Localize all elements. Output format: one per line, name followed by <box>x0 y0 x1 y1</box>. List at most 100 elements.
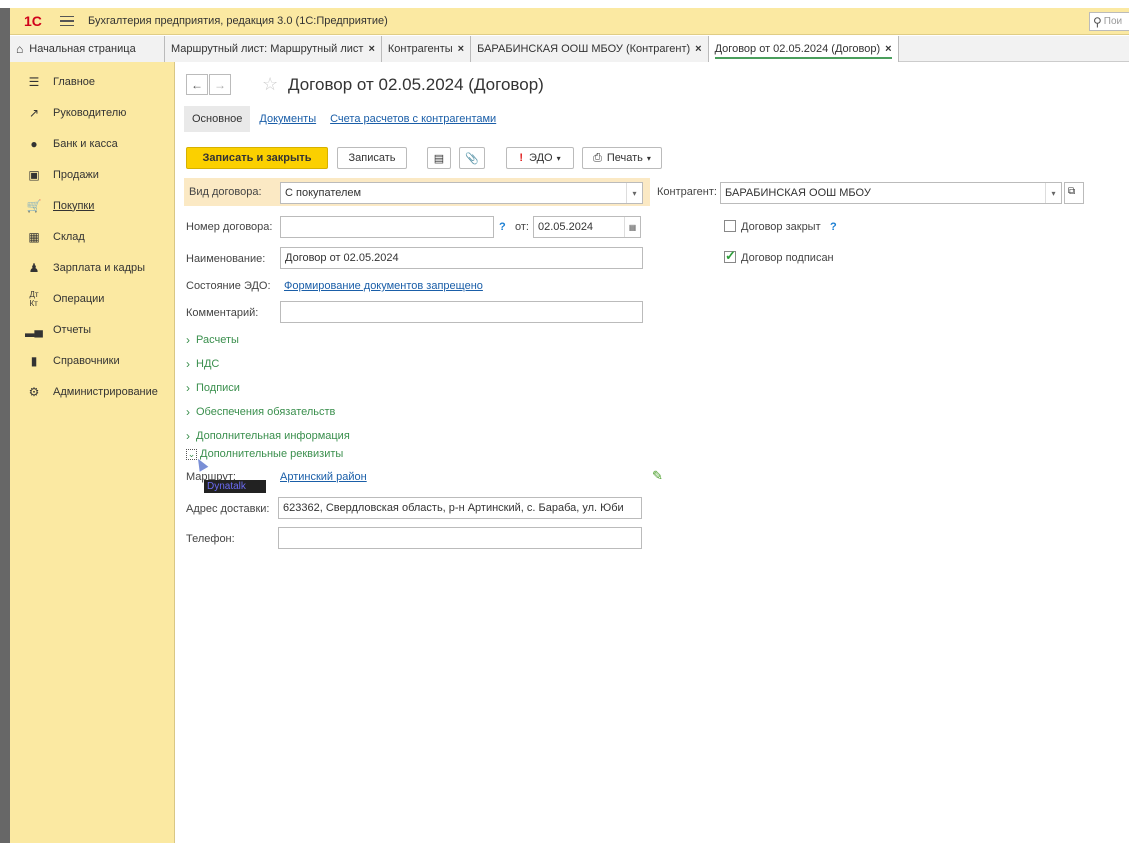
close-icon[interactable]: × <box>885 43 891 55</box>
contract-closed-checkbox[interactable] <box>724 220 736 232</box>
section-signatures[interactable]: › Подписи <box>186 381 240 395</box>
search-input[interactable]: ⚲ Пои <box>1089 12 1129 31</box>
forward-button[interactable]: → <box>209 74 231 95</box>
chevron-down-icon: ▾ <box>646 153 651 163</box>
sidebar-item-label: Покупки <box>53 199 95 212</box>
contract-signed-label: Договор подписан <box>741 252 834 264</box>
section-label: Дополнительные реквизиты <box>200 448 344 460</box>
counterparty-label: Контрагент: <box>657 186 717 198</box>
tab-counterparties[interactable]: Контрагенты × <box>381 36 472 62</box>
home-icon: ⌂ <box>16 42 24 56</box>
contract-closed-label: Договор закрыт <box>741 221 821 233</box>
form-subtabs: Основное Документы Счета расчетов с конт… <box>184 106 496 132</box>
sidebar-item-sales[interactable]: ▣ Продажи <box>10 159 174 190</box>
person-icon: ♟ <box>28 260 40 275</box>
back-button[interactable]: ← <box>186 74 208 95</box>
favorite-star-icon[interactable]: ☆ <box>262 74 278 95</box>
edo-state-label: Состояние ЭДО: <box>186 280 271 292</box>
pencil-icon[interactable]: ✎ <box>652 468 663 484</box>
chevron-down-icon: ▾ <box>556 153 561 163</box>
sidebar-item-main[interactable]: ☰ Главное <box>10 66 174 97</box>
section-vat[interactable]: › НДС <box>186 357 219 371</box>
section-additional-info[interactable]: › Дополнительная информация <box>186 429 350 443</box>
subtab-accounts[interactable]: Счета расчетов с контрагентами <box>330 113 496 125</box>
sidebar-item-operations[interactable]: Дт Кт Операции <box>10 283 174 314</box>
save-button[interactable]: Записать <box>337 147 407 169</box>
section-extra-attributes[interactable]: ⌄ Дополнительные реквизиты <box>186 448 343 460</box>
sidebar-item-admin[interactable]: ⚙ Администрирование <box>10 376 174 407</box>
sidebar-item-label: Администрирование <box>53 385 158 398</box>
sidebar-item-director[interactable]: ↗ Руководителю <box>10 97 174 128</box>
chevron-right-icon: › <box>186 333 190 347</box>
calendar-icon[interactable]: ▦ <box>624 217 640 237</box>
sidebar-item-salary[interactable]: ♟ Зарплата и кадры <box>10 252 174 283</box>
close-icon[interactable]: × <box>458 43 464 55</box>
phone-input[interactable] <box>278 527 642 549</box>
document-icon[interactable]: ▤ <box>427 147 451 169</box>
save-and-close-button[interactable]: Записать и закрыть <box>186 147 328 169</box>
close-icon[interactable]: × <box>368 43 374 55</box>
warning-icon: ! <box>519 152 524 164</box>
edo-button[interactable]: ! ЭДО ▾ <box>506 147 574 169</box>
section-label: Расчеты <box>196 334 239 346</box>
section-obligations[interactable]: › Обеспечения обязательств <box>186 405 335 419</box>
delivery-input[interactable]: 623362, Свердловская область, р-н Артинс… <box>278 497 642 519</box>
close-icon[interactable]: × <box>695 43 701 55</box>
attach-icon[interactable]: 📎 <box>459 147 485 169</box>
gear-icon: ⚙ <box>28 384 40 399</box>
sidebar-item-catalogs[interactable]: ▮ Справочники <box>10 345 174 376</box>
date-input[interactable]: 02.05.2024 ▦ <box>533 216 641 238</box>
tab-home[interactable]: ⌂ Начальная страница <box>10 36 165 62</box>
contract-type-value: С покупателем <box>285 187 362 199</box>
number-input[interactable] <box>280 216 494 238</box>
tab-label: Маршрутный лист: Маршрутный лист <box>171 43 364 55</box>
chevron-down-icon[interactable]: ▾ <box>1045 183 1061 203</box>
chevron-right-icon: › <box>186 357 190 371</box>
app-title: Бухгалтерия предприятия, редакция 3.0 (1… <box>88 15 388 27</box>
contract-type-select[interactable]: С покупателем ▾ <box>280 182 643 204</box>
top-strip <box>0 0 1129 8</box>
name-label: Наименование: <box>186 253 266 265</box>
sidebar-item-reports[interactable]: ▂▄ Отчеты <box>10 314 174 345</box>
closed-help-icon[interactable]: ? <box>830 221 837 233</box>
bar-chart-icon: ▂▄ <box>25 322 43 337</box>
trend-icon: ↗ <box>28 105 40 120</box>
counterparty-select[interactable]: БАРАБИНСКАЯ ООШ МБОУ ▾ <box>720 182 1062 204</box>
book-icon: ▮ <box>30 353 38 368</box>
menu-lines-icon: ☰ <box>28 74 40 89</box>
sidebar-item-bank[interactable]: ● Банк и касса <box>10 128 174 159</box>
warehouse-icon: ▦ <box>28 229 40 244</box>
comment-label: Комментарий: <box>186 307 259 319</box>
title-bar: 1С Бухгалтерия предприятия, редакция 3.0… <box>10 8 1129 35</box>
main-menu-icon[interactable] <box>60 16 74 26</box>
arrow-right-icon: → <box>214 77 226 92</box>
form-area: ← → ☆ Договор от 02.05.2024 (Договор) Ос… <box>176 62 1129 843</box>
phone-label: Телефон: <box>186 533 235 545</box>
sidebar-item-purchases[interactable]: 🛒 Покупки <box>10 190 174 221</box>
section-payments[interactable]: › Расчеты <box>186 333 239 347</box>
edo-state-link[interactable]: Формирование документов запрещено <box>284 280 483 292</box>
tab-counterparty[interactable]: БАРАБИНСКАЯ ООШ МБОУ (Контрагент) × <box>471 36 709 62</box>
search-icon: ⚲ <box>1093 14 1102 29</box>
counterparty-value: БАРАБИНСКАЯ ООШ МБОУ <box>725 187 871 199</box>
chevron-right-icon: › <box>186 429 190 443</box>
tab-contract[interactable]: Договор от 02.05.2024 (Договор) × <box>708 36 899 62</box>
contract-signed-checkbox[interactable]: ✓ <box>724 248 736 263</box>
subtab-main[interactable]: Основное <box>184 106 251 132</box>
search-placeholder: Пои <box>1103 16 1123 27</box>
route-link[interactable]: Артинский район <box>280 471 367 483</box>
tab-route-sheet[interactable]: Маршрутный лист: Маршрутный лист × <box>165 36 382 62</box>
comment-input[interactable] <box>280 301 643 323</box>
delivery-value: 623362, Свердловская область, р-н Артинс… <box>283 502 624 514</box>
chevron-down-icon[interactable]: ▾ <box>626 183 642 203</box>
open-tabs-bar: ⌂ Начальная страница Маршрутный лист: Ма… <box>10 36 1129 62</box>
subtab-documents[interactable]: Документы <box>259 113 316 125</box>
sidebar-item-warehouse[interactable]: ▦ Склад <box>10 221 174 252</box>
number-label: Номер договора: <box>186 221 273 233</box>
bag-icon: ▣ <box>28 167 40 182</box>
tab-label: БАРАБИНСКАЯ ООШ МБОУ (Контрагент) <box>477 43 691 55</box>
open-link-icon[interactable]: ⧉ <box>1064 182 1084 204</box>
print-button[interactable]: ⎙ Печать ▾ <box>582 147 662 169</box>
number-help-icon[interactable]: ? <box>499 221 506 233</box>
name-input[interactable]: Договор от 02.05.2024 <box>280 247 643 269</box>
